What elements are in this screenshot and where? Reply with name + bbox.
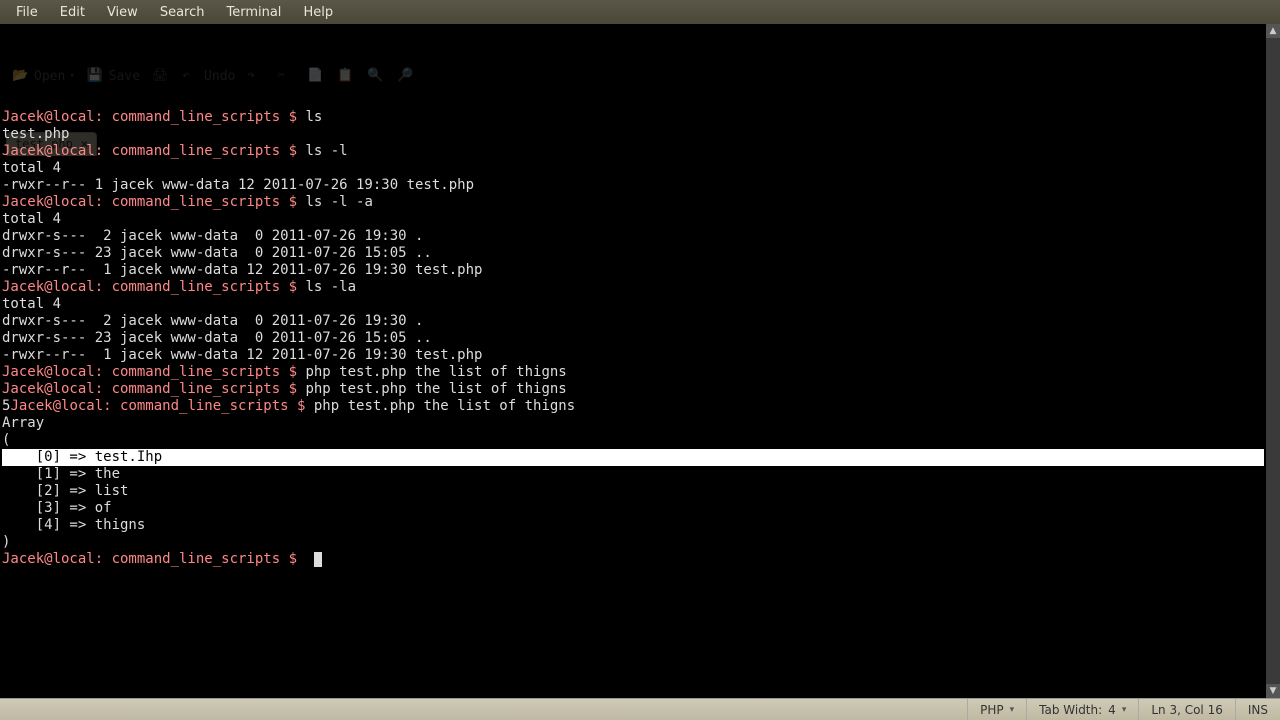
terminal-line: -rwxr--r-- 1 jacek www-data 12 2011-07-2…: [2, 347, 1264, 364]
terminal-line: total 4: [2, 211, 1264, 228]
menu-search[interactable]: Search: [150, 3, 215, 22]
terminal-line: Jacek@local: command_line_scripts $ ls -…: [2, 143, 1264, 160]
save-button: 💾 Save: [87, 67, 140, 85]
terminal-line: drwxr-s--- 23 jacek www-data 0 2011-07-2…: [2, 330, 1264, 347]
vertical-scrollbar[interactable]: ▲ ▼: [1266, 24, 1280, 698]
tabwidth-label: Tab Width:: [1039, 703, 1102, 717]
terminal-line: ): [2, 534, 1264, 551]
terminal-cursor: [314, 552, 322, 567]
status-language[interactable]: PHP ▾: [967, 699, 1026, 720]
scroll-down-icon[interactable]: ▼: [1266, 684, 1280, 698]
insert-mode-label: INS: [1248, 703, 1268, 717]
chevron-down-icon: ▾: [1122, 705, 1127, 715]
redo-icon: ↷: [247, 67, 265, 85]
terminal-line: (: [2, 432, 1264, 449]
terminal-line: [0] => test.Ihp: [2, 449, 1264, 466]
print-icon: 🖨: [152, 67, 170, 85]
terminal-line: Jacek@local: command_line_scripts $ ls -…: [2, 194, 1264, 211]
open-dropdown-icon: ▾: [69, 68, 74, 85]
terminal-line: -rwxr--r-- 1 jacek www-data 12 2011-07-2…: [2, 177, 1264, 194]
open-label: Open: [34, 68, 65, 85]
terminal-line: Jacek@local: command_line_scripts $ php …: [2, 381, 1264, 398]
terminal-line: [1] => the: [2, 466, 1264, 483]
terminal-line: Jacek@local: command_line_scripts $ ls -…: [2, 279, 1264, 296]
undo-label: Undo: [204, 68, 235, 85]
print-button: 🖨: [152, 67, 170, 85]
tabwidth-value: 4: [1108, 703, 1116, 717]
terminal-line: 5Jacek@local: command_line_scripts $ php…: [2, 398, 1264, 415]
save-icon: 💾: [87, 67, 105, 85]
terminal-line: [3] => of: [2, 500, 1264, 517]
terminal-line: [4] => thigns: [2, 517, 1264, 534]
terminal-line: drwxr-s--- 2 jacek www-data 0 2011-07-26…: [2, 228, 1264, 245]
find-replace-icon: 🔎: [397, 67, 415, 85]
folder-open-icon: 📂: [12, 67, 30, 85]
copy-icon: 📄: [307, 67, 325, 85]
menu-help[interactable]: Help: [293, 3, 343, 22]
menu-terminal[interactable]: Terminal: [216, 3, 291, 22]
terminal-line: Jacek@local: command_line_scripts $ php …: [2, 364, 1264, 381]
status-tabwidth[interactable]: Tab Width: 4 ▾: [1026, 699, 1138, 720]
chevron-down-icon: ▾: [1010, 705, 1015, 715]
terminal-line: -rwxr--r-- 1 jacek www-data 12 2011-07-2…: [2, 262, 1264, 279]
menubar: File Edit View Search Terminal Help: [0, 0, 1280, 24]
background-editor-toolbar: 📂 Open ▾ 💾 Save 🖨 ↶ Undo ↷ ✂ 📄 📋 🔍 🔎: [0, 24, 1266, 92]
search-icon: 🔍: [367, 67, 385, 85]
cut-icon: ✂: [277, 67, 295, 85]
status-cursor-position: Ln 3, Col 16: [1138, 699, 1235, 720]
menu-edit[interactable]: Edit: [50, 3, 95, 22]
status-insert-mode[interactable]: INS: [1235, 699, 1280, 720]
terminal-window[interactable]: 📂 Open ▾ 💾 Save 🖨 ↶ Undo ↷ ✂ 📄 📋 🔍 🔎: [0, 24, 1266, 698]
scroll-up-icon[interactable]: ▲: [1266, 24, 1280, 38]
terminal-line: Jacek@local: command_line_scripts $: [2, 551, 1264, 568]
terminal-line: total 4: [2, 160, 1264, 177]
terminal-line: Array: [2, 415, 1264, 432]
terminal-line: drwxr-s--- 2 jacek www-data 0 2011-07-26…: [2, 313, 1264, 330]
terminal-line: total 4: [2, 296, 1264, 313]
undo-button: ↶ Undo: [182, 67, 235, 85]
menu-view[interactable]: View: [97, 3, 148, 22]
save-label: Save: [109, 68, 140, 85]
paste-icon: 📋: [337, 67, 355, 85]
terminal-line: [2] => list: [2, 483, 1264, 500]
statusbar: PHP ▾ Tab Width: 4 ▾ Ln 3, Col 16 INS: [0, 698, 1280, 720]
terminal-line: Jacek@local: command_line_scripts $ ls: [2, 109, 1264, 126]
cursor-pos-label: Ln 3, Col 16: [1151, 703, 1223, 717]
scroll-track[interactable]: [1266, 38, 1280, 684]
language-label: PHP: [980, 703, 1004, 717]
undo-icon: ↶: [182, 67, 200, 85]
terminal-line: drwxr-s--- 23 jacek www-data 0 2011-07-2…: [2, 245, 1264, 262]
terminal-content[interactable]: Jacek@local: command_line_scripts $ lste…: [0, 109, 1266, 568]
menu-file[interactable]: File: [6, 3, 48, 22]
open-button: 📂 Open ▾: [12, 67, 75, 85]
terminal-line: test.php: [2, 126, 1264, 143]
